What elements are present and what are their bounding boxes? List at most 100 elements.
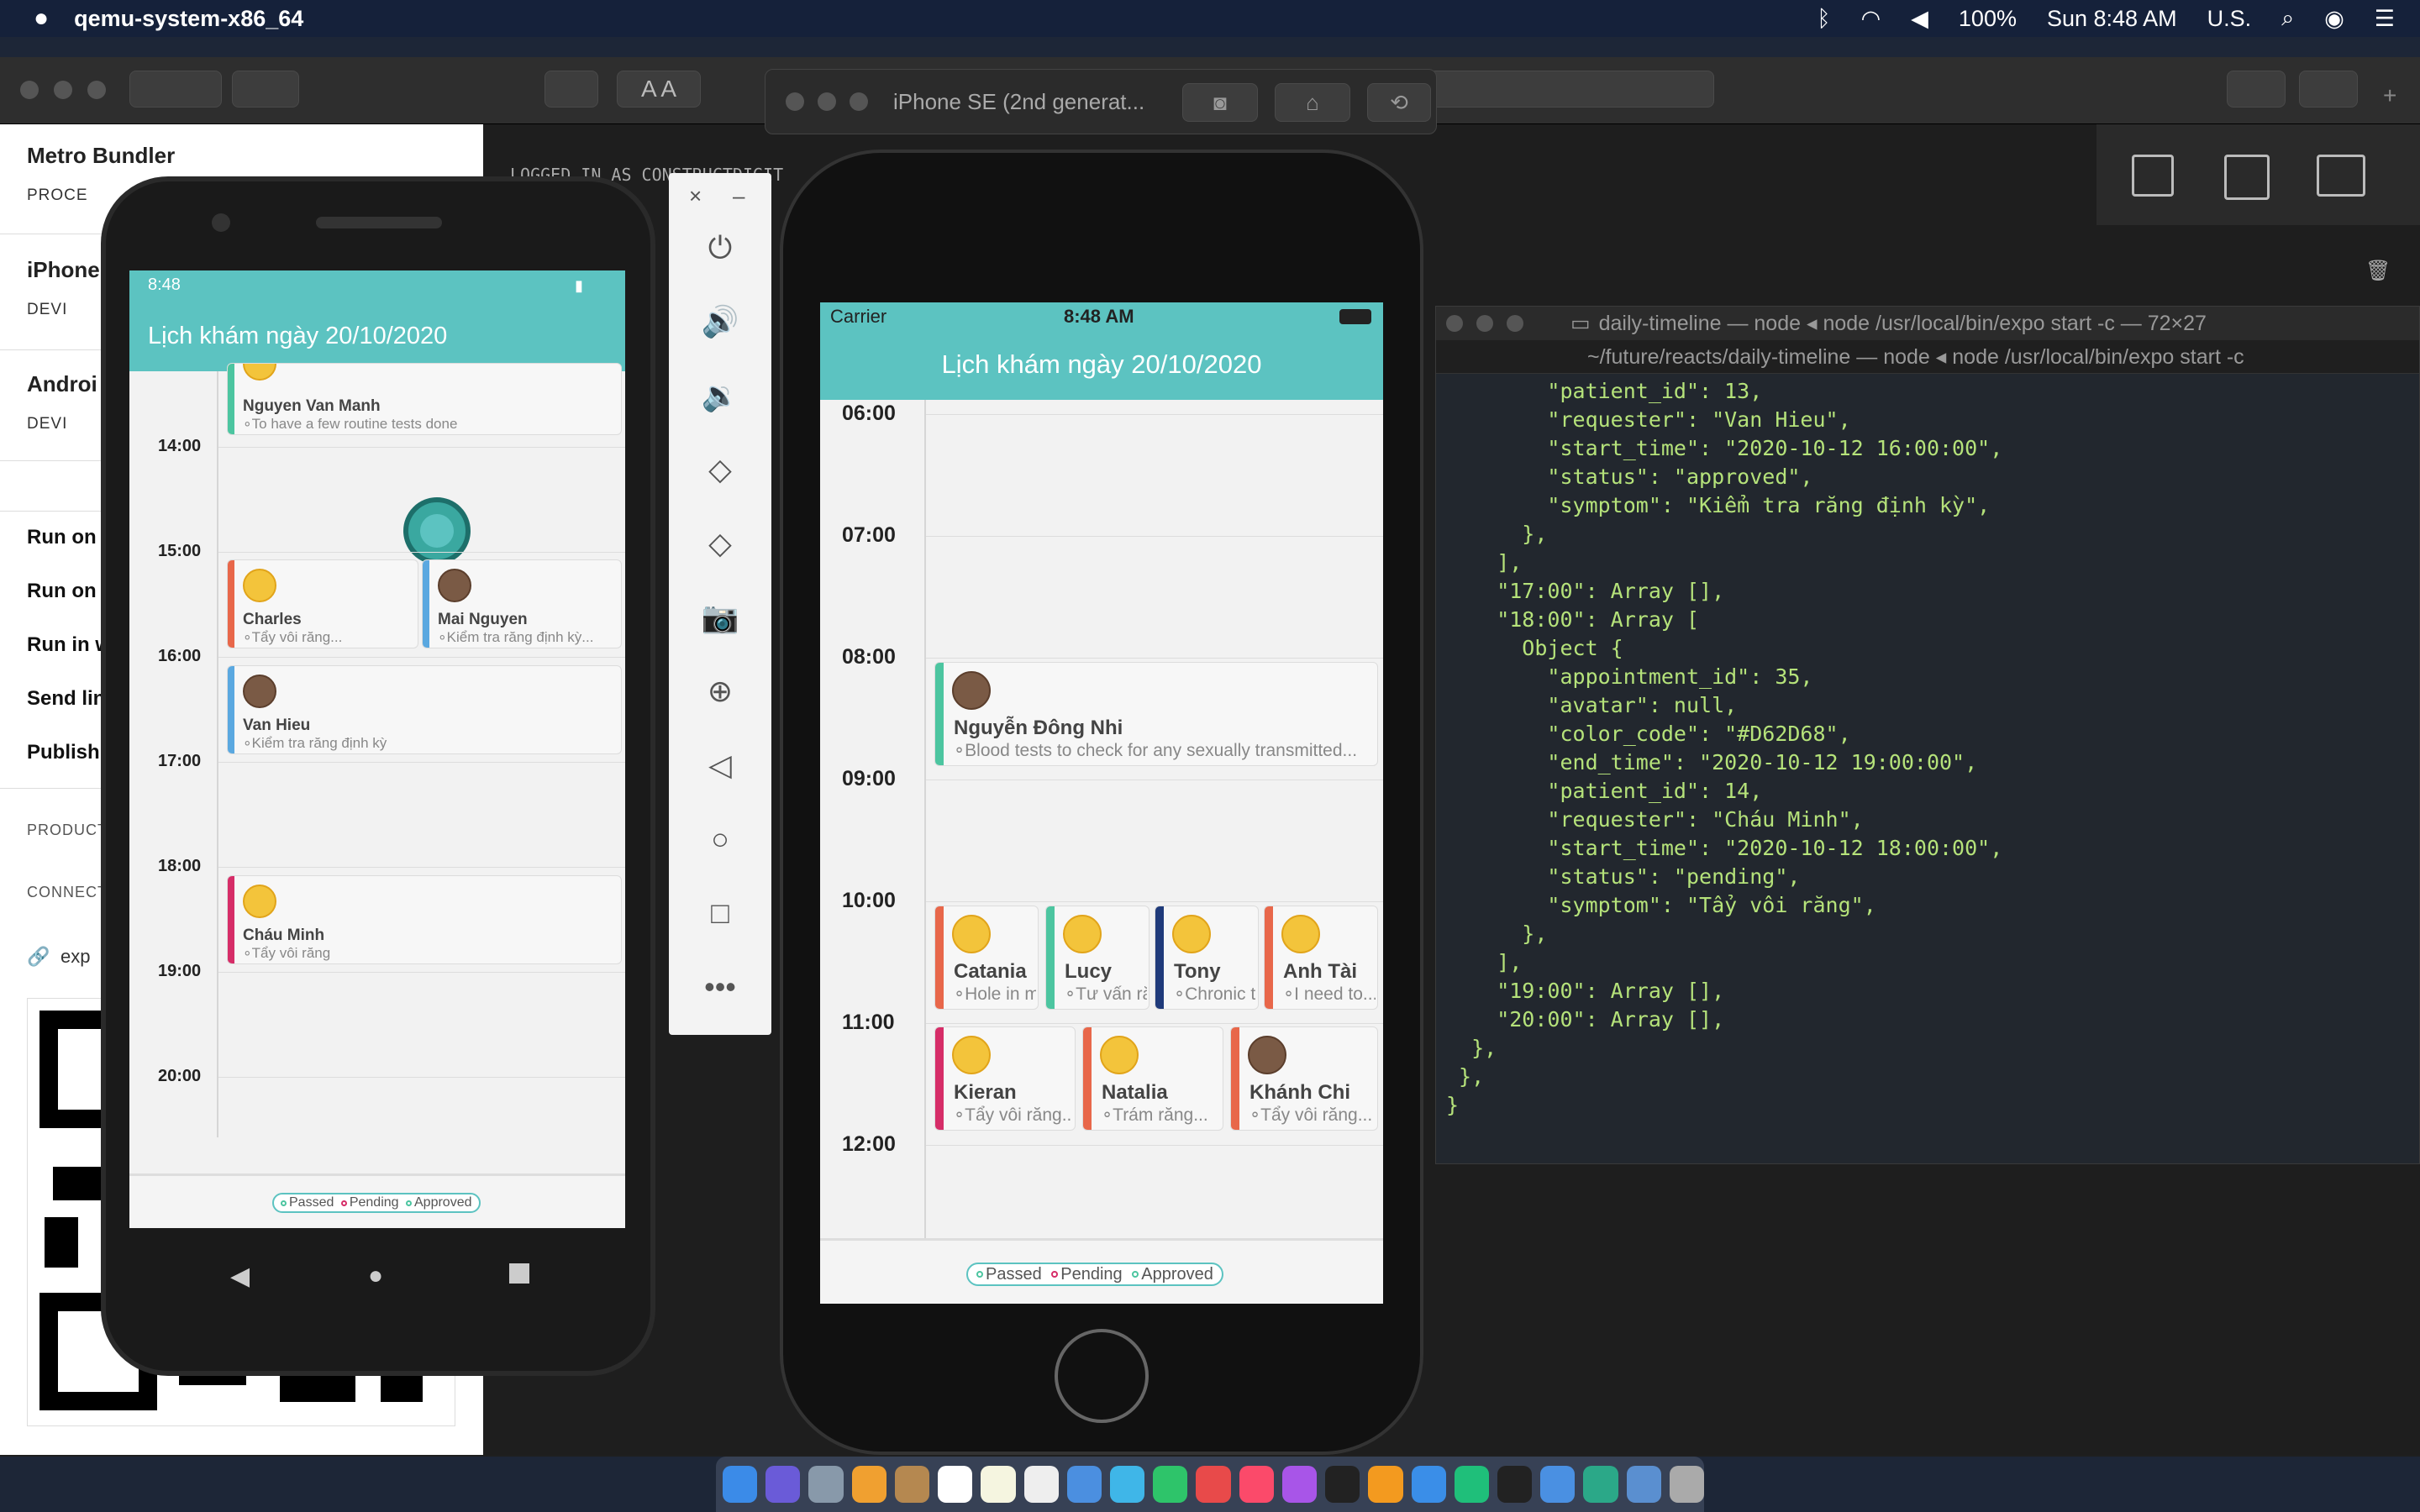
- terminal-zoom-button[interactable]: [1507, 315, 1523, 332]
- appointment-card[interactable]: Catania∘Hole in my: [934, 906, 1039, 1010]
- trash-icon[interactable]: 🗑: [2365, 259, 2391, 283]
- home-icon[interactable]: ⌂: [1275, 83, 1350, 122]
- sidebar-toggle-button[interactable]: [232, 71, 299, 108]
- dock-app-icon[interactable]: [1583, 1466, 1618, 1503]
- dock-app-icon[interactable]: [1454, 1466, 1489, 1503]
- dock-app-icon[interactable]: [1109, 1466, 1145, 1503]
- volume-icon[interactable]: ◀: [1911, 6, 1928, 32]
- input-source[interactable]: U.S.: [2207, 6, 2252, 32]
- dock-app-icon[interactable]: [1239, 1466, 1274, 1503]
- run-in-web-button[interactable]: Run in w: [27, 633, 111, 657]
- rotate-left-icon[interactable]: ◇: [699, 449, 741, 491]
- single-layout-icon[interactable]: [2132, 155, 2174, 197]
- appointment-card[interactable]: Tony ∘Chronic th: [1155, 906, 1259, 1010]
- sim-close-button[interactable]: [786, 92, 804, 111]
- terminal-minimize-button[interactable]: [1476, 315, 1493, 332]
- appointment-card[interactable]: Khánh Chi ∘Tẩy vôi răng...: [1230, 1026, 1378, 1131]
- sim-zoom-button[interactable]: [850, 92, 868, 111]
- appointment-card[interactable]: Van Hieu ∘Kiểm tra răng định kỳ: [227, 665, 622, 754]
- wifi-icon[interactable]: ◠: [1861, 6, 1881, 32]
- dock-app-icon[interactable]: [1325, 1466, 1360, 1503]
- dock-app-icon[interactable]: [1281, 1466, 1318, 1503]
- dock-app-icon[interactable]: [765, 1466, 801, 1503]
- appointment-card[interactable]: Cháu Minh ∘Tẩy vôi răng: [227, 875, 622, 964]
- zoom-button[interactable]: [87, 81, 106, 99]
- shield-icon[interactable]: [544, 71, 598, 108]
- dock-app-icon[interactable]: [1540, 1466, 1576, 1503]
- emulator-close-icon[interactable]: ×: [689, 183, 702, 209]
- android-overview-button[interactable]: [509, 1263, 529, 1284]
- emulator-minimize-icon[interactable]: –: [733, 183, 744, 209]
- camera-screenshot-icon[interactable]: 📷: [699, 596, 741, 638]
- dock-app-icon[interactable]: [808, 1466, 844, 1503]
- overview-icon[interactable]: □: [699, 892, 741, 934]
- appointment-card[interactable]: Kieran ∘Tẩy vôi răng...: [934, 1026, 1076, 1131]
- dock-app-icon[interactable]: [1196, 1466, 1231, 1503]
- appointment-card[interactable]: Charles ∘Tẩy vôi răng...: [227, 559, 418, 648]
- back-forward-buttons[interactable]: [129, 71, 222, 108]
- back-icon[interactable]: ◁: [699, 744, 741, 786]
- close-button[interactable]: [20, 81, 39, 99]
- dock-app-icon[interactable]: [894, 1466, 930, 1503]
- appointment-card[interactable]: Natalia ∘Trám răng...: [1082, 1026, 1223, 1131]
- battery-status[interactable]: 100%: [1959, 6, 2017, 32]
- share-icon[interactable]: [2227, 71, 2286, 108]
- clock[interactable]: Sun 8:48 AM: [2047, 6, 2177, 32]
- appointment-card[interactable]: Anh Tài ∘I need to...: [1264, 906, 1378, 1010]
- dock-app-icon[interactable]: [938, 1466, 973, 1503]
- minimize-button[interactable]: [54, 81, 72, 99]
- appointment-card[interactable]: Lucy∘Tư vấn răng: [1045, 906, 1150, 1010]
- dock-app-icon[interactable]: [981, 1466, 1016, 1503]
- hour-gridline: [218, 657, 625, 658]
- dock-app-icon[interactable]: [1368, 1466, 1403, 1503]
- dock-app-icon[interactable]: [723, 1466, 758, 1503]
- terminal-window[interactable]: ▭ daily-timeline — node ◂ node /usr/local…: [1435, 306, 2420, 1164]
- control-center-icon[interactable]: ☰: [2375, 6, 2395, 32]
- link-icon[interactable]: 🔗: [27, 946, 50, 968]
- tabs-icon[interactable]: [2299, 71, 2358, 108]
- power-icon[interactable]: ⏻: [699, 227, 741, 269]
- run-on-ios-button[interactable]: Run on: [27, 580, 97, 603]
- apple-icon[interactable]: ●: [34, 4, 49, 33]
- appointment-card[interactable]: Nguyễn Đông Nhi ∘Blood tests to check for…: [934, 662, 1378, 766]
- terminal-tab[interactable]: ~/future/reacts/daily-timeline — node ◂ …: [1436, 340, 2419, 374]
- columns-layout-icon[interactable]: [2317, 155, 2365, 197]
- terminal-close-button[interactable]: [1446, 315, 1463, 332]
- dock-app-icon[interactable]: [1626, 1466, 1661, 1503]
- appointment-card[interactable]: Mai Nguyen ∘Kiểm tra răng định kỳ...: [422, 559, 622, 648]
- home-circle-icon[interactable]: ○: [699, 818, 741, 860]
- stack-layout-icon[interactable]: [2224, 155, 2270, 200]
- text-size-button[interactable]: A A: [617, 71, 701, 108]
- app-name[interactable]: qemu-system-x86_64: [74, 6, 303, 32]
- expo-url-link[interactable]: exp: [60, 946, 90, 968]
- bluetooth-icon[interactable]: ᛒ: [1817, 6, 1830, 32]
- android-back-button[interactable]: ◀: [230, 1262, 250, 1291]
- rotate-icon[interactable]: ⟲: [1367, 83, 1431, 122]
- dock-app-icon[interactable]: [1411, 1466, 1446, 1503]
- dock-app-icon[interactable]: [1669, 1466, 1705, 1503]
- dock-app-icon[interactable]: [1153, 1466, 1188, 1503]
- search-icon[interactable]: ⌕: [2281, 5, 2294, 32]
- volume-up-icon[interactable]: 🔊: [699, 301, 741, 343]
- zoom-icon[interactable]: ⊕: [699, 670, 741, 712]
- iphone-device-title[interactable]: iPhone: [27, 257, 100, 283]
- new-tab-icon[interactable]: +: [2383, 82, 2396, 109]
- dock-app-icon[interactable]: [1497, 1466, 1533, 1503]
- publish-button[interactable]: Publish: [27, 741, 100, 764]
- volume-down-icon[interactable]: 🔉: [699, 375, 741, 417]
- sim-minimize-button[interactable]: [818, 92, 836, 111]
- send-link-button[interactable]: Send lin: [27, 687, 105, 711]
- appointment-card[interactable]: Nguyen Van Manh ∘To have a few routine te…: [227, 363, 622, 435]
- screenshot-icon[interactable]: ◙: [1182, 83, 1258, 122]
- rotate-right-icon[interactable]: ◇: [699, 522, 741, 564]
- dock-app-icon[interactable]: [1023, 1466, 1059, 1503]
- more-icon[interactable]: •••: [699, 966, 741, 1008]
- run-on-android-button[interactable]: Run on: [27, 526, 97, 549]
- home-button[interactable]: [1055, 1329, 1149, 1423]
- dock-app-icon[interactable]: [851, 1466, 886, 1503]
- siri-icon[interactable]: ◉: [2324, 6, 2344, 32]
- android-home-button[interactable]: ●: [368, 1262, 383, 1290]
- android-device-title[interactable]: Androi: [27, 371, 97, 397]
- address-bar[interactable]: [1428, 71, 1714, 108]
- dock-app-icon[interactable]: [1066, 1466, 1102, 1503]
